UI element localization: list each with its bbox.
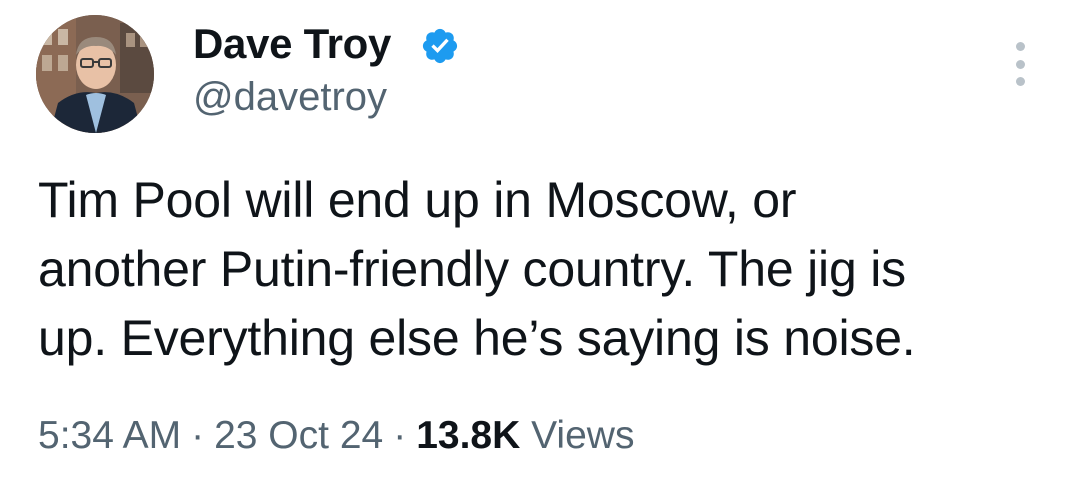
tweet-text: Tim Pool will end up in Moscow, or anoth… <box>38 166 1048 373</box>
author-handle[interactable]: @davetroy <box>193 74 387 120</box>
views-label: Views <box>531 414 635 457</box>
tweet-date[interactable]: 23 Oct 24 <box>214 414 383 457</box>
author-display-name[interactable]: Dave Troy <box>193 20 391 68</box>
dot <box>1015 59 1025 69</box>
dot <box>1015 77 1025 86</box>
avatar-photo <box>36 15 154 133</box>
meta-separator: · <box>191 414 205 457</box>
views-count[interactable]: 13.8K <box>416 414 520 457</box>
tweet-text-line: another Putin-friendly country. The jig … <box>38 241 906 297</box>
meta-separator: · <box>393 414 407 457</box>
verified-badge-icon <box>422 28 458 64</box>
tweet-meta: 5:34 AM · 23 Oct 24 · 13.8K Views <box>38 412 634 460</box>
tweet-text-line: Tim Pool will end up in Moscow, or <box>38 172 797 228</box>
more-options-icon[interactable] <box>1003 40 1037 88</box>
author-avatar[interactable] <box>36 15 154 133</box>
tweet-time[interactable]: 5:34 AM <box>38 414 181 457</box>
dot <box>1015 42 1025 51</box>
tweet-text-line: up. Everything else he’s saying is noise… <box>38 310 916 366</box>
